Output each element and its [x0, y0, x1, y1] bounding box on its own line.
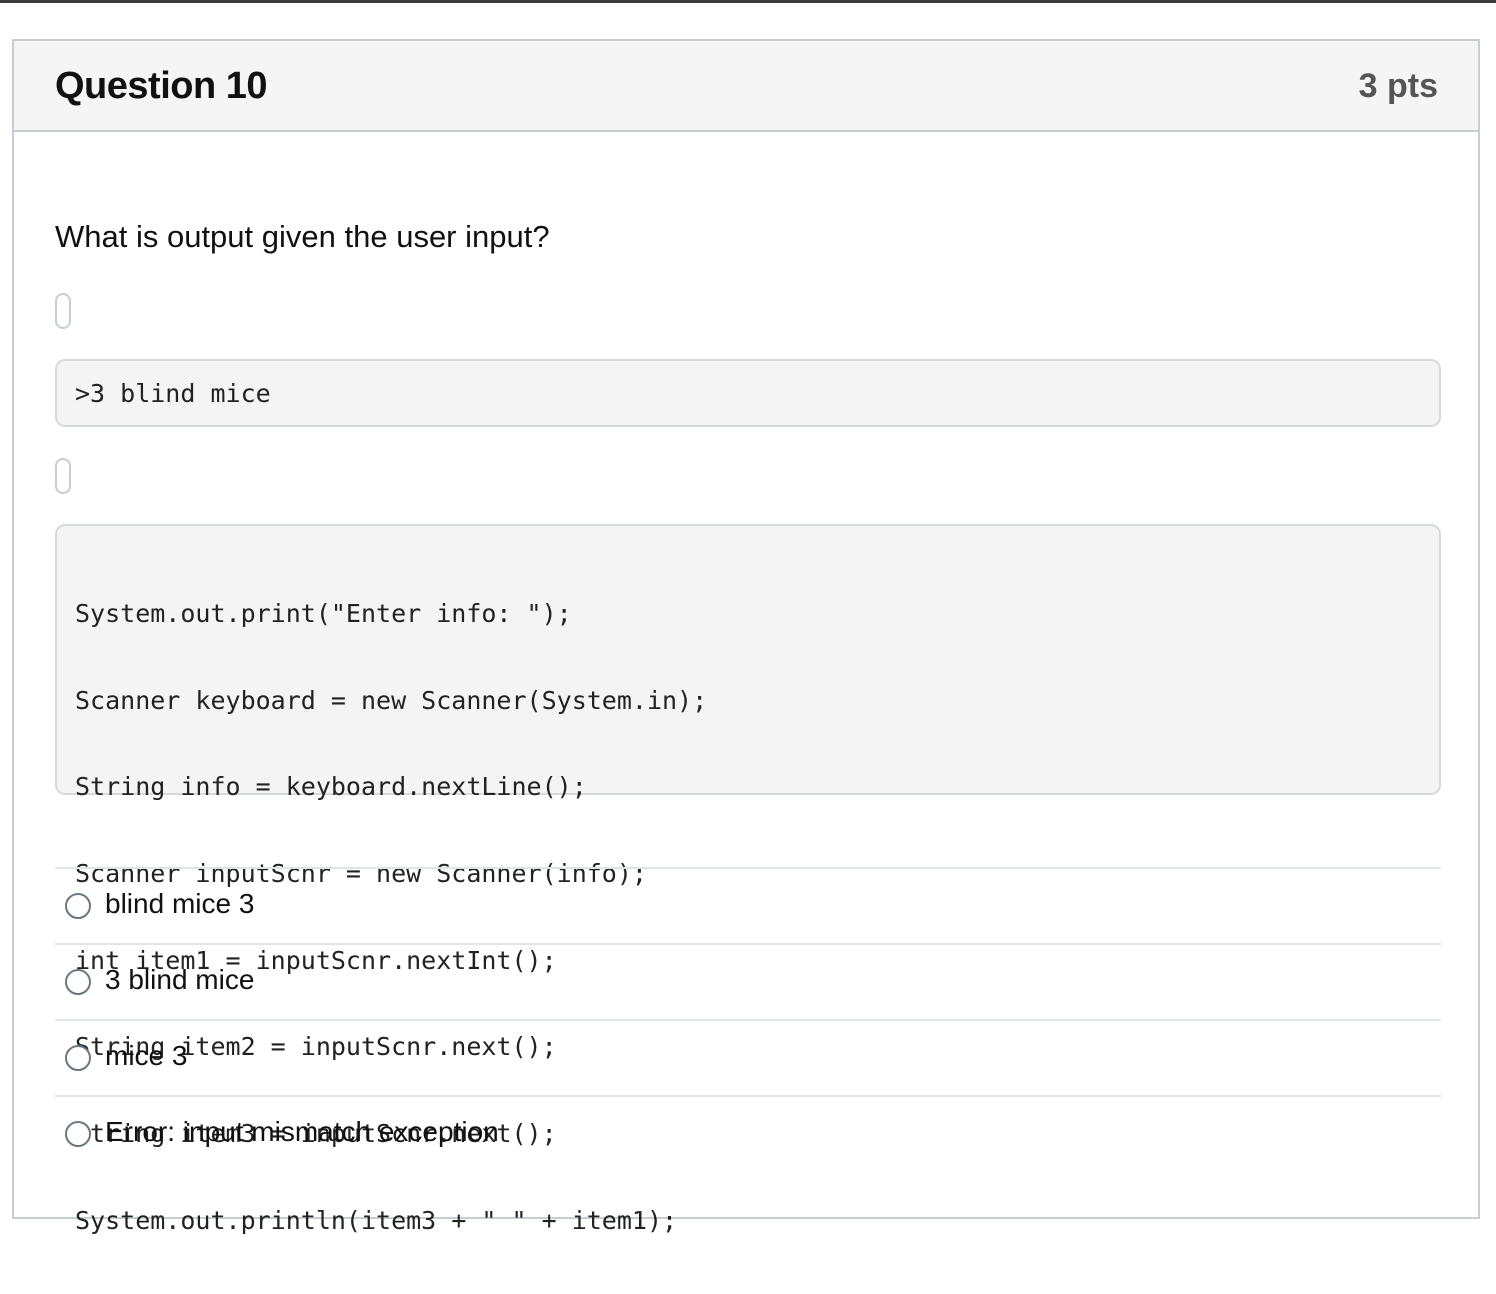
code-line: System.out.print("Enter info: "); — [75, 598, 572, 628]
answer-option[interactable]: Error: input mismatch exception — [55, 1095, 1441, 1171]
top-border — [0, 0, 1496, 3]
user-input-block: >3 blind mice — [55, 359, 1441, 427]
code-line: Scanner keyboard = new Scanner(System.in… — [75, 685, 708, 715]
code-line: String info = keyboard.nextLine(); — [75, 772, 587, 802]
question-title: Question 10 — [55, 65, 268, 107]
question-points: 3 pts — [1358, 67, 1438, 105]
answer-option[interactable]: 3 blind mice — [55, 943, 1441, 1019]
answer-option[interactable]: blind mice 3 — [55, 867, 1441, 943]
radio-button[interactable] — [65, 893, 91, 919]
radio-button[interactable] — [65, 1121, 91, 1147]
embedded-content-marker — [55, 458, 71, 494]
answer-label[interactable]: Error: input mismatch exception — [105, 1116, 499, 1148]
answer-label[interactable]: 3 blind mice — [105, 964, 254, 996]
answer-label[interactable]: blind mice 3 — [105, 888, 254, 920]
answer-list: blind mice 3 3 blind mice mice 3 Error: … — [55, 867, 1441, 1171]
question-prompt: What is output given the user input? — [55, 219, 550, 254]
embedded-content-marker — [55, 293, 71, 329]
radio-button[interactable] — [65, 1045, 91, 1071]
question-header: Question 10 3 pts — [14, 41, 1478, 132]
answer-label[interactable]: mice 3 — [105, 1040, 187, 1072]
question-card: Question 10 3 pts What is output given t… — [12, 39, 1480, 1235]
code-block: System.out.print("Enter info: "); Scanne… — [55, 524, 1441, 1235]
code-line: System.out.println(item3 + " " + item1); — [75, 1205, 678, 1235]
radio-button[interactable] — [65, 969, 91, 995]
answer-option[interactable]: mice 3 — [55, 1019, 1441, 1095]
